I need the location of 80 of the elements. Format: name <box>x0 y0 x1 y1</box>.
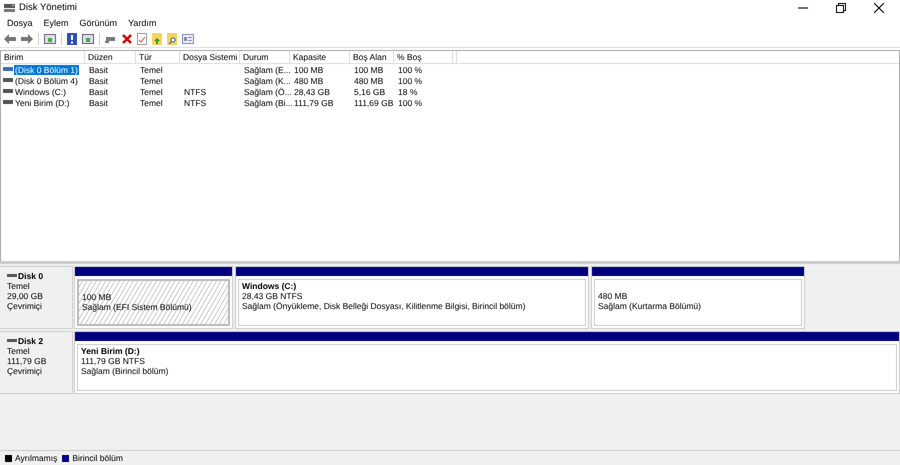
partition-size: 111,79 GB NTFS <box>81 356 146 366</box>
column-header[interactable]: % Boş <box>394 51 453 63</box>
partition-status: Sağlam (Birincil bölüm) <box>81 366 170 376</box>
table-cell: 100 % <box>398 64 422 74</box>
table-cell: 480 MB <box>294 76 324 86</box>
menu-item[interactable]: Yardım <box>128 18 156 28</box>
menu-item[interactable]: Dosya <box>7 18 33 28</box>
table-cell: 100 MB <box>294 64 324 74</box>
table-cell: Temel <box>140 98 163 108</box>
disk-status: Çevrimiçi <box>7 301 43 311</box>
column-header[interactable]: Dosya Sistemi <box>180 51 240 63</box>
column-header[interactable]: Durum <box>240 51 290 63</box>
table-cell: Temel <box>140 76 163 86</box>
partition-size: 100 MB <box>82 292 112 302</box>
volume-name[interactable]: (Disk 0 Bölüm 1) <box>14 64 79 74</box>
partition-size: 480 MB <box>598 291 628 301</box>
table-cell: Temel <box>140 86 163 96</box>
table-cell: 28,43 GB <box>294 86 330 96</box>
disk-name: Disk 2 <box>18 336 44 346</box>
disk-status: Çevrimiçi <box>7 366 43 376</box>
close-icon[interactable] <box>874 2 884 12</box>
table-cell: 100 % <box>398 76 422 86</box>
column-header[interactable]: Düzen <box>85 51 136 63</box>
menu-item[interactable]: Eylem <box>44 18 69 28</box>
table-cell: 100 MB <box>354 64 384 74</box>
table-cell: 100 % <box>398 98 422 108</box>
legend-label: Birincil bölüm <box>72 453 123 463</box>
partition-block[interactable]: Windows (C:) 28,43 GB NTFS Sağlam (Önyükleme, Disk Belleği Dosyası, Kilitlenme Bilgisi, Birincil bölüm) <box>235 266 589 329</box>
volume-name[interactable]: Yeni Birim (D:) <box>14 98 70 108</box>
column-header[interactable]: Tür <box>136 51 180 63</box>
table-cell: Sağlam (E... <box>244 64 291 74</box>
table-cell: Basit <box>89 76 108 86</box>
partition-block[interactable]: 480 MB Sağlam (Kurtarma Bölümü) <box>591 266 805 329</box>
partition-size: 28,43 GB NTFS <box>242 291 304 301</box>
panel-icon[interactable] <box>44 34 56 44</box>
restore-icon[interactable] <box>836 2 846 12</box>
help-icon[interactable] <box>67 32 77 44</box>
table-cell: Sağlam (Bi... <box>244 98 293 108</box>
back-icon[interactable] <box>4 34 16 44</box>
volume-name[interactable]: (Disk 0 Bölüm 4) <box>14 76 79 86</box>
disk-size: 111,79 GB <box>7 356 48 366</box>
table-cell: 111,79 GB <box>294 98 334 108</box>
table-cell: 480 MB <box>354 76 384 86</box>
column-header[interactable]: Kapasite <box>290 51 350 63</box>
table-cell: Basit <box>89 86 108 96</box>
table-cell: NTFS <box>184 86 206 96</box>
delete-icon[interactable] <box>122 34 132 44</box>
volume-name[interactable]: Windows (C:) <box>14 86 68 96</box>
table-cell: Basit <box>89 64 108 74</box>
panel-icon[interactable] <box>82 34 94 44</box>
partition-status: Sağlam (EFI Sistem Bölümü) <box>82 302 193 312</box>
table-cell: 5,16 GB <box>354 86 386 96</box>
menu-item[interactable]: Görünüm <box>80 18 118 28</box>
disk-name: Disk 0 <box>18 271 44 281</box>
check-document-icon[interactable] <box>137 32 147 44</box>
folder-up-icon[interactable] <box>152 32 162 44</box>
table-cell: 18 % <box>398 86 418 96</box>
column-header[interactable]: Birim <box>1 51 85 63</box>
table-cell: Temel <box>140 64 163 74</box>
disk-type: Temel <box>7 346 31 356</box>
folder-search-icon[interactable] <box>167 32 177 44</box>
disk-size: 29,00 GB <box>7 291 44 301</box>
partition-block[interactable]: Yeni Birim (D:) 111,79 GB NTFS Sağlam (Birincil bölüm) <box>74 331 900 394</box>
properties-icon[interactable] <box>182 34 194 44</box>
table-cell: NTFS <box>184 98 206 108</box>
window-title: Disk Yönetimi <box>19 2 77 13</box>
legend-label: Ayrılmamış <box>15 453 58 463</box>
forward-icon[interactable] <box>21 34 33 44</box>
partition-status: Sağlam (Önyükleme, Disk Belleği Dosyası, Kilitlenme Bilgisi, Birincil bölüm) <box>242 301 526 311</box>
partition-name: Windows (C:) <box>242 281 298 291</box>
table-cell: Sağlam (Ö... <box>244 86 292 96</box>
table-cell: Basit <box>89 98 108 108</box>
partition-name: Yeni Birim (D:) <box>81 346 141 356</box>
partition-block[interactable]: 100 MB Sağlam (EFI Sistem Bölümü) <box>74 266 233 329</box>
column-header[interactable]: Boş Alan <box>350 51 394 63</box>
table-cell: Sağlam (K... <box>244 76 291 86</box>
app-icon <box>4 2 15 12</box>
table-cell: 111,69 GB <box>354 98 394 108</box>
disk-type: Temel <box>7 281 31 291</box>
partition-status: Sağlam (Kurtarma Bölümü) <box>598 301 702 311</box>
